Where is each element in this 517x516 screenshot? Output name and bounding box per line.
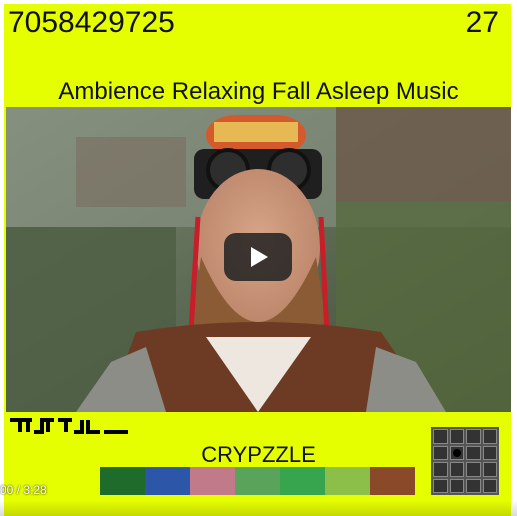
swatch-4[interactable] <box>235 467 280 495</box>
grid-cell[interactable] <box>449 478 464 493</box>
swatch-3[interactable] <box>190 467 235 495</box>
grid-cell-active[interactable] <box>449 445 464 460</box>
grid-cell[interactable] <box>482 478 497 493</box>
grid-cell[interactable] <box>433 462 448 477</box>
grid-cell[interactable] <box>466 462 481 477</box>
video-time: 00 / 3:28 <box>0 483 47 497</box>
play-icon <box>251 247 268 267</box>
swatch-1[interactable] <box>100 467 145 495</box>
grid-cell[interactable] <box>449 462 464 477</box>
glyph-strip <box>8 417 136 440</box>
grid-cell[interactable] <box>433 478 448 493</box>
swatch-5[interactable] <box>280 467 325 495</box>
grid-cell[interactable] <box>449 429 464 444</box>
puzzle-grid[interactable] <box>431 427 499 495</box>
grid-cell[interactable] <box>466 429 481 444</box>
grid-cell[interactable] <box>482 462 497 477</box>
color-swatches <box>100 467 415 495</box>
grid-cell[interactable] <box>482 429 497 444</box>
top-border <box>0 0 517 4</box>
swatch-2[interactable] <box>145 467 190 495</box>
grid-cell[interactable] <box>433 445 448 460</box>
grid-cell[interactable] <box>482 445 497 460</box>
glyph-strip-icon <box>10 418 128 434</box>
player-gradient <box>0 500 517 516</box>
grid-cell[interactable] <box>466 445 481 460</box>
swatch-7[interactable] <box>370 467 415 495</box>
grid-dot-icon <box>452 448 461 457</box>
grid-cell[interactable] <box>466 478 481 493</box>
count-number: 27 <box>465 6 499 39</box>
video-title: Ambience Relaxing Fall Asleep Music <box>58 78 459 105</box>
code-number: 7058429725 <box>8 6 175 39</box>
grid-cell[interactable] <box>433 429 448 444</box>
play-button[interactable] <box>224 233 292 281</box>
swatch-6[interactable] <box>325 467 370 495</box>
